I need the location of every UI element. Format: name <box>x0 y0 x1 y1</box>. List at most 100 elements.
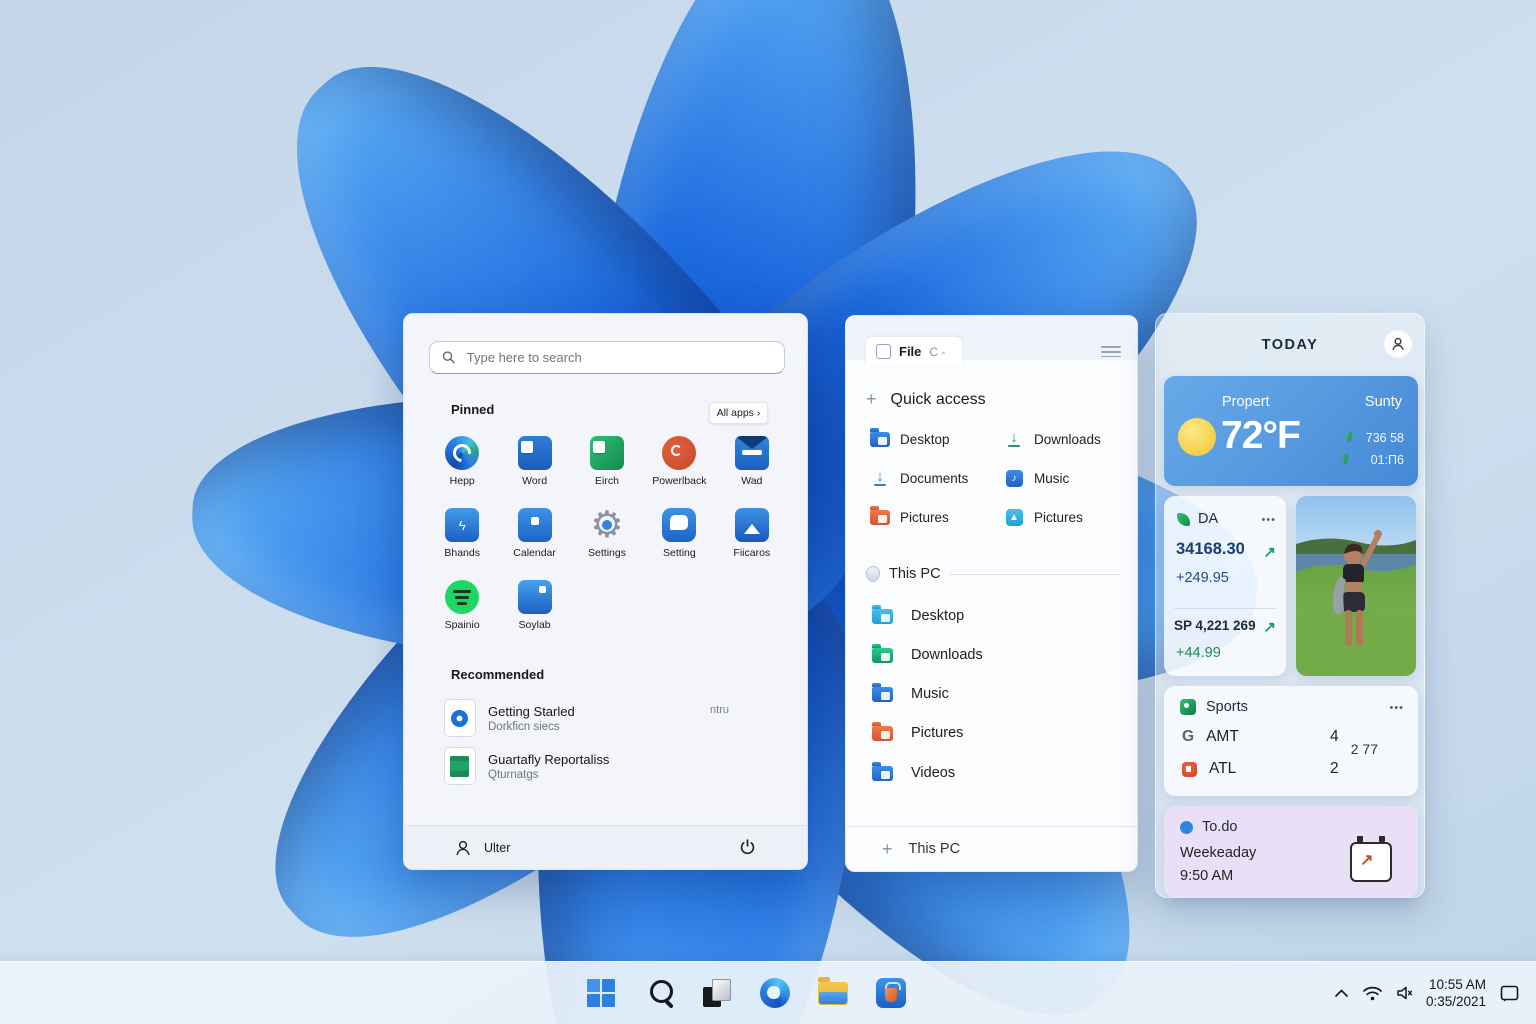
green-folder-icon <box>872 643 893 663</box>
clock-date: 0:35/2021 <box>1425 994 1486 1009</box>
sports-widget[interactable]: Sports ••• G AMT 4 2 77 ATL 2 <box>1164 686 1418 796</box>
photo-image <box>1296 496 1416 676</box>
pc-item-videos[interactable]: Videos <box>872 761 956 781</box>
profile-button[interactable] <box>1384 330 1412 358</box>
pinned-app-word[interactable]: Word <box>498 432 570 504</box>
weather-stat: 01:П6 <box>1370 453 1404 467</box>
pc-label: Videos <box>911 765 956 781</box>
explorer-footer[interactable]: + This PC <box>846 826 1137 871</box>
weather-title: Propert <box>1222 394 1270 410</box>
store-button[interactable] <box>875 977 907 1009</box>
pinned-app-soylab[interactable]: Soylab <box>498 576 570 648</box>
task-view-icon <box>703 979 731 1007</box>
power-button[interactable] <box>738 838 757 857</box>
stock-change: +249.95 <box>1176 570 1229 586</box>
checkbox-icon[interactable] <box>876 344 891 359</box>
todo-widget[interactable]: To.do Weekeaday 9:50 AM <box>1164 806 1418 898</box>
pinned-app-eirch[interactable]: Eirch <box>571 432 643 504</box>
pinned-app-hepp[interactable]: Hepp <box>426 432 498 504</box>
file-explorer-button[interactable] <box>817 976 849 1009</box>
pinned-app-fiicaros[interactable]: Fiicaros <box>716 504 788 576</box>
pinned-app-spainio[interactable]: Spainio <box>426 576 498 648</box>
todo-header: To.do <box>1180 819 1237 835</box>
taskbar-clock[interactable]: 10:55 AM 0:35/2021 <box>1426 976 1486 1010</box>
all-apps-button[interactable]: All apps › <box>709 402 768 424</box>
todo-title: To.do <box>1202 819 1238 835</box>
blue-folder-icon <box>872 682 893 702</box>
app-label: Eirch <box>595 475 619 487</box>
speaker-icon[interactable] <box>1396 985 1413 1001</box>
recommended-item-getting-started[interactable]: Getting Starled Dorkficn siecs ntru <box>444 696 774 740</box>
gear-glyph: ⚙ <box>590 504 624 545</box>
all-apps-label: All apps <box>716 407 754 419</box>
explorer-tab[interactable]: File C - <box>866 337 962 366</box>
chevron-up-icon[interactable] <box>1334 987 1349 999</box>
folder-icon <box>818 976 848 1005</box>
stock-icon <box>1177 512 1190 526</box>
pinned-app-settings[interactable]: ⚙ Settings <box>571 504 643 576</box>
recommended-text: Guartafly Reportaliss Qturnatgs <box>488 752 609 781</box>
recommended-title: Getting Starled <box>488 703 575 719</box>
pinned-app-calendar[interactable]: Calendar <box>498 504 570 576</box>
menu-button[interactable] <box>1101 343 1121 360</box>
orange-folder-icon <box>872 721 893 741</box>
start-button[interactable] <box>585 977 617 1009</box>
search-box[interactable] <box>429 341 785 374</box>
recommended-text: Getting Starled Dorkficn siecs <box>488 704 575 733</box>
stocks-widget[interactable]: DA ••• 34168.30 ↗ +249.95 SP 4,221 269 ↗… <box>1164 496 1286 676</box>
edge-browser-button[interactable] <box>759 977 791 1009</box>
qa-item-desktop[interactable]: Desktop <box>870 427 950 449</box>
stock-header: DA <box>1177 511 1218 527</box>
pin-icon: + <box>866 389 877 409</box>
qa-item-music[interactable]: ♪ Music <box>1004 468 1069 488</box>
todo-time: 9:50 AM <box>1180 868 1234 884</box>
wifi-icon[interactable] <box>1362 985 1383 1002</box>
taskbar-search-button[interactable] <box>643 977 675 1009</box>
notification-icon[interactable] <box>1499 984 1520 1003</box>
task-view-button[interactable] <box>701 977 733 1009</box>
weather-widget[interactable]: Propert Sunty 72°F 736 58 01:П6 <box>1164 376 1418 486</box>
pc-item-music[interactable]: Music <box>872 682 949 702</box>
qa-item-documents[interactable]: ↓ Documents <box>870 468 968 488</box>
edge-browser-icon <box>760 978 790 1008</box>
explorer-titlebar: File C - <box>846 316 1137 366</box>
pinned-app-bhands[interactable]: ϟ Bhands <box>426 504 498 576</box>
drop-icon <box>866 566 880 582</box>
excel-icon <box>589 436 624 470</box>
pc-item-pictures[interactable]: Pictures <box>872 721 963 741</box>
windows-logo-icon <box>587 979 615 1007</box>
pinned-app-setting[interactable]: Setting <box>643 504 715 576</box>
desktop: Pinned All apps › Hepp Word Eirch Powerl… <box>0 0 1536 1024</box>
store-icon <box>876 978 906 1008</box>
qa-item-pictures[interactable]: Pictures <box>870 505 949 527</box>
qa-item-pictures-2[interactable]: ▲ Pictures <box>1004 507 1083 527</box>
search-icon <box>649 979 673 1003</box>
pinned-app-powerlback[interactable]: Powerlback <box>643 432 715 504</box>
quick-access-label: Quick access <box>890 390 986 408</box>
recommended-item-quarterly-report[interactable]: Guartafly Reportaliss Qturnatgs <box>444 744 774 788</box>
atl-team-icon <box>1182 761 1197 777</box>
more-options-button[interactable]: ••• <box>1261 514 1276 526</box>
pc-item-downloads[interactable]: Downloads <box>872 643 983 663</box>
user-icon <box>456 840 470 855</box>
user-account-button[interactable]: Ulter <box>454 839 510 857</box>
this-pc-header[interactable]: This PC <box>866 566 1119 582</box>
qa-label: Desktop <box>900 431 950 447</box>
blue-folder-icon <box>870 427 890 449</box>
stock-change-2: +44.99 <box>1176 645 1221 661</box>
pinned-app-wad[interactable]: Wad <box>716 432 788 504</box>
pc-item-desktop[interactable]: Desktop <box>872 604 964 624</box>
stock-value: 34168.30 <box>1176 540 1245 558</box>
trend-up-icon: ↗ <box>1263 619 1276 636</box>
more-options-button[interactable]: ••• <box>1389 702 1404 714</box>
calendar-reminder-icon <box>1350 836 1392 882</box>
qa-item-downloads[interactable]: ↓ Downloads <box>1004 429 1101 449</box>
chat-icon <box>662 508 697 542</box>
pc-label: Downloads <box>911 647 983 663</box>
search-input[interactable] <box>464 349 772 366</box>
quick-access-header[interactable]: + Quick access <box>866 389 986 410</box>
sports-row-amt: G AMT <box>1182 728 1239 746</box>
clock-time: 10:55 AM <box>1428 977 1486 992</box>
photo-widget[interactable] <box>1296 496 1416 676</box>
weather-stat: 736 58 <box>1365 431 1404 445</box>
